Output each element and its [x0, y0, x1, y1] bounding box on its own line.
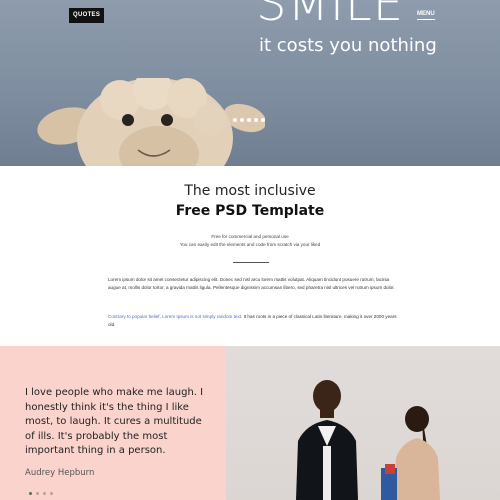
- quote-text: I love people who make me laugh. I hones…: [25, 387, 204, 457]
- intro-subtext-line: You can easily edit the elements and cod…: [179, 242, 321, 247]
- slider-dot[interactable]: [233, 118, 237, 122]
- logo[interactable]: QUOTES: [69, 8, 105, 23]
- quote-dot[interactable]: [29, 492, 32, 495]
- slider-dot[interactable]: [254, 118, 258, 122]
- intro-section: The most inclusive Free PSD Template Fre…: [0, 166, 500, 346]
- intro-paragraph: Contrary to popular belief, Lorem Ipsum …: [108, 313, 398, 329]
- two-people-laughing-photo: [226, 346, 500, 500]
- quote-panel: I love people who make me laugh. I hones…: [0, 346, 226, 500]
- intro-title: Free PSD Template: [175, 203, 325, 219]
- quote-dot[interactable]: [43, 492, 46, 495]
- slider-dot[interactable]: [247, 118, 251, 122]
- hero-title: SMILE: [256, 0, 405, 32]
- photo-illustration: [296, 380, 440, 500]
- intro-subtext: Free for commercial and personal use You…: [0, 233, 500, 249]
- slider-dot[interactable]: [261, 118, 265, 122]
- paragraph-link[interactable]: Contrary to popular belief, Lorem Ipsum …: [108, 314, 242, 319]
- intro-paragraph: Lorem ipsum dolor sit amet consectetur a…: [108, 277, 395, 290]
- hero-banner: QUOTES SMILE it costs you nothing MENU: [0, 0, 500, 166]
- divider: [233, 262, 269, 263]
- plush-sheep-illustration: [37, 78, 265, 166]
- quote-dot[interactable]: [50, 492, 53, 495]
- intro-heading: The most inclusive: [184, 183, 316, 199]
- menu-link[interactable]: MENU: [417, 10, 435, 20]
- quote-dots: [29, 492, 53, 495]
- intro-subtext-line: Free for commercial and personal use: [211, 234, 289, 239]
- quote-author: Audrey Hepburn: [25, 468, 95, 478]
- quote-dot[interactable]: [36, 492, 39, 495]
- hero-subtitle: it costs you nothing: [259, 35, 437, 56]
- slider-dot[interactable]: [240, 118, 244, 122]
- slider-dots: [233, 118, 265, 122]
